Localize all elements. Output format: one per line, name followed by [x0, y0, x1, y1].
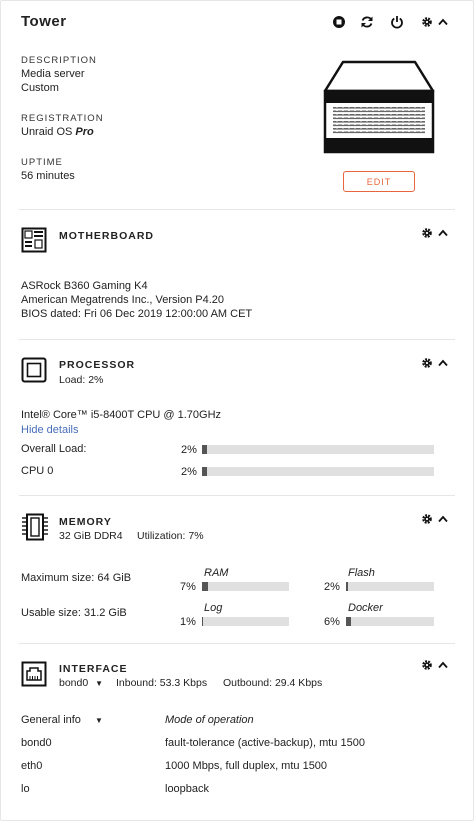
cpu0-fill — [202, 467, 207, 476]
edit-button[interactable]: EDIT — [343, 171, 415, 192]
info-select[interactable]: General info ▼ — [21, 714, 103, 726]
caret-down-icon: ▼ — [95, 679, 104, 688]
flash-label: Flash — [348, 567, 375, 579]
interface-row-name: bond0 — [21, 737, 52, 749]
chevron-up-icon[interactable] — [435, 511, 451, 527]
ram-bar — [202, 582, 289, 591]
processor-load: Load: 2% — [59, 374, 104, 386]
network-icon — [21, 661, 47, 690]
interface-title: INTERFACE — [59, 663, 128, 675]
chevron-up-icon[interactable] — [435, 355, 451, 371]
interface-outbound: Outbound: 29.4 Kbps — [223, 677, 323, 689]
server-name: Tower — [21, 13, 67, 30]
divider — [19, 495, 455, 496]
divider — [19, 339, 455, 340]
registration-os: Unraid OS — [21, 126, 73, 138]
cpu0-label: CPU 0 — [21, 465, 54, 477]
overall-load-value: 2% — [181, 444, 197, 456]
gear-icon[interactable] — [419, 657, 435, 673]
caret-down-icon: ▼ — [94, 716, 103, 725]
docker-fill — [346, 617, 352, 626]
registration-tier: Pro — [75, 126, 94, 138]
divider — [19, 209, 455, 210]
hide-details-link[interactable]: Hide details — [21, 424, 78, 436]
motherboard-title: MOTHERBOARD — [59, 230, 154, 242]
interface-row-name: eth0 — [21, 760, 43, 772]
gear-icon[interactable] — [419, 511, 435, 527]
uptime-value: 56 minutes — [21, 170, 75, 182]
description-line2: Custom — [21, 82, 59, 94]
log-bar — [202, 617, 289, 626]
server-image — [321, 59, 437, 158]
motherboard-model: ASRock B360 Gaming K4 — [21, 280, 148, 292]
cpu0-value: 2% — [181, 466, 197, 478]
log-value: 1% — [180, 616, 196, 628]
memory-utilization: Utilization: 7% — [137, 530, 204, 542]
bios-date: BIOS dated: Fri 06 Dec 2019 12:00:00 AM … — [21, 308, 253, 320]
chevron-up-icon[interactable] — [435, 225, 451, 241]
memory-usable-size: Usable size: 31.2 GiB — [21, 607, 127, 619]
description-label: DESCRIPTION — [21, 55, 97, 66]
interface-select-value: bond0 — [59, 677, 89, 689]
dashboard-panel: Tower DESCRIPTION Media server Custom RE… — [0, 0, 474, 821]
interface-row-mode: 1000 Mbps, full duplex, mtu 1500 — [165, 760, 328, 772]
bios-vendor: American Megatrends Inc., Version P4.20 — [21, 294, 224, 306]
ram-label: RAM — [204, 567, 229, 579]
mode-header: Mode of operation — [165, 714, 254, 726]
interface-row-mode: fault-tolerance (active-backup), mtu 150… — [165, 737, 365, 749]
motherboard-icon — [21, 227, 47, 256]
flash-fill — [346, 582, 348, 591]
interface-inbound: Inbound: 53.3 Kbps — [116, 677, 208, 689]
log-fill — [202, 617, 203, 626]
memory-max-size: Maximum size: 64 GiB — [21, 572, 132, 584]
description-line1: Media server — [21, 68, 85, 80]
interface-row-name: lo — [21, 783, 30, 795]
ram-value: 7% — [180, 581, 196, 593]
registration-label: REGISTRATION — [21, 113, 104, 124]
info-select-value: General info — [21, 714, 81, 726]
power-icon[interactable] — [389, 14, 405, 30]
uptime-label: UPTIME — [21, 157, 63, 168]
registration-value: Unraid OS Pro — [21, 126, 94, 138]
stop-icon[interactable] — [331, 14, 347, 30]
overall-load-bar — [202, 445, 434, 454]
restart-icon[interactable] — [359, 14, 375, 30]
chevron-up-icon[interactable] — [435, 14, 451, 30]
cpu0-bar — [202, 467, 434, 476]
overall-load-label: Overall Load: — [21, 443, 87, 455]
docker-value: 6% — [324, 616, 340, 628]
gear-icon[interactable] — [419, 225, 435, 241]
processor-icon — [21, 357, 47, 386]
docker-label: Docker — [348, 602, 383, 614]
ram-fill — [202, 582, 209, 591]
log-label: Log — [204, 602, 223, 614]
docker-bar — [346, 617, 434, 626]
flash-bar — [346, 582, 434, 591]
interface-row-mode: loopback — [165, 783, 210, 795]
chevron-up-icon[interactable] — [435, 657, 451, 673]
memory-title: MEMORY — [59, 516, 112, 528]
cpu-model: Intel® Core™ i5-8400T CPU @ 1.70GHz — [21, 409, 222, 421]
memory-summary: 32 GiB DDR4 — [59, 530, 123, 542]
flash-value: 2% — [324, 581, 340, 593]
overall-load-fill — [202, 445, 207, 454]
gear-icon[interactable] — [419, 355, 435, 371]
interface-select[interactable]: bond0 ▼ — [59, 677, 103, 689]
memory-icon — [22, 513, 48, 544]
divider — [19, 643, 455, 644]
processor-title: PROCESSOR — [59, 359, 136, 371]
gear-icon[interactable] — [419, 14, 435, 30]
